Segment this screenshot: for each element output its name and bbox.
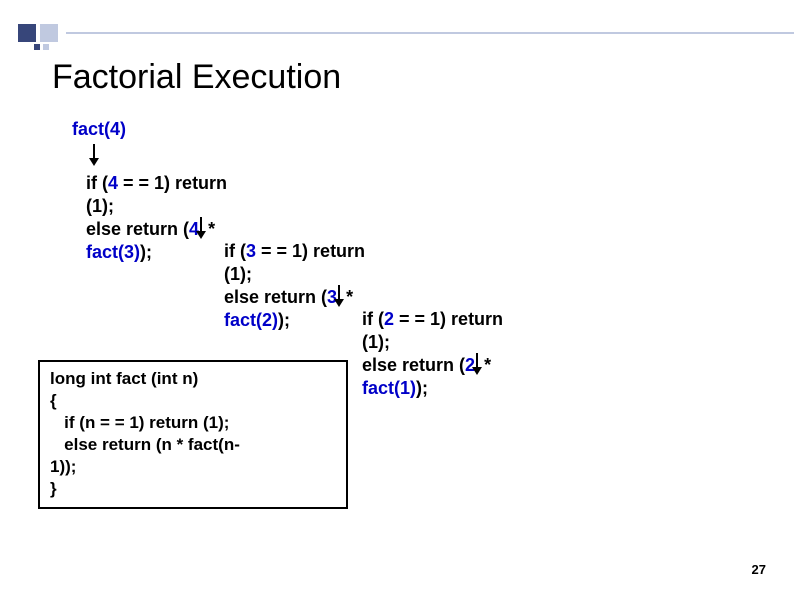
step1-line1: if (4 = = 1) return	[86, 172, 286, 195]
code-definition-box: long int fact (int n) { if (n = = 1) ret…	[38, 360, 348, 509]
header-decoration	[18, 24, 794, 42]
arrow-1	[92, 144, 96, 172]
square-light	[40, 24, 58, 42]
step3-line2: (1);	[362, 331, 562, 354]
down-arrow-icon	[475, 353, 479, 371]
step3-line3: else return (2 *	[362, 353, 562, 377]
fact4-label: fact(4)	[72, 119, 126, 139]
step3-line4: fact(1));	[362, 377, 562, 400]
code-line-4: else return (n * fact(n-	[50, 434, 336, 456]
step3-line1: if (2 = = 1) return	[362, 308, 562, 331]
step1-line3: else return (4 *	[86, 217, 286, 241]
slide-title: Factorial Execution	[52, 58, 341, 97]
page-number: 27	[752, 562, 766, 577]
step2-line3: else return (3 *	[224, 285, 424, 309]
step2-line2: (1);	[224, 263, 424, 286]
code-line-2: {	[50, 390, 336, 412]
down-arrow-icon	[337, 285, 341, 303]
down-arrow-icon	[199, 217, 203, 235]
step2-line1: if (3 = = 1) return	[224, 240, 424, 263]
code-line-5: 1));	[50, 456, 336, 478]
square-dark	[18, 24, 36, 42]
step1-line2: (1);	[86, 195, 286, 218]
call-0: fact(4)	[72, 118, 126, 141]
code-line-1: long int fact (int n)	[50, 368, 336, 390]
sq-small-dark	[34, 44, 40, 50]
down-arrow-icon	[92, 144, 96, 166]
sq-small-light	[43, 44, 49, 50]
code-line-3: if (n = = 1) return (1);	[50, 412, 336, 434]
header-line	[66, 32, 794, 34]
code-line-6: }	[50, 478, 336, 500]
step3: if (2 = = 1) return (1); else return (2 …	[362, 308, 562, 399]
small-squares	[34, 44, 49, 50]
